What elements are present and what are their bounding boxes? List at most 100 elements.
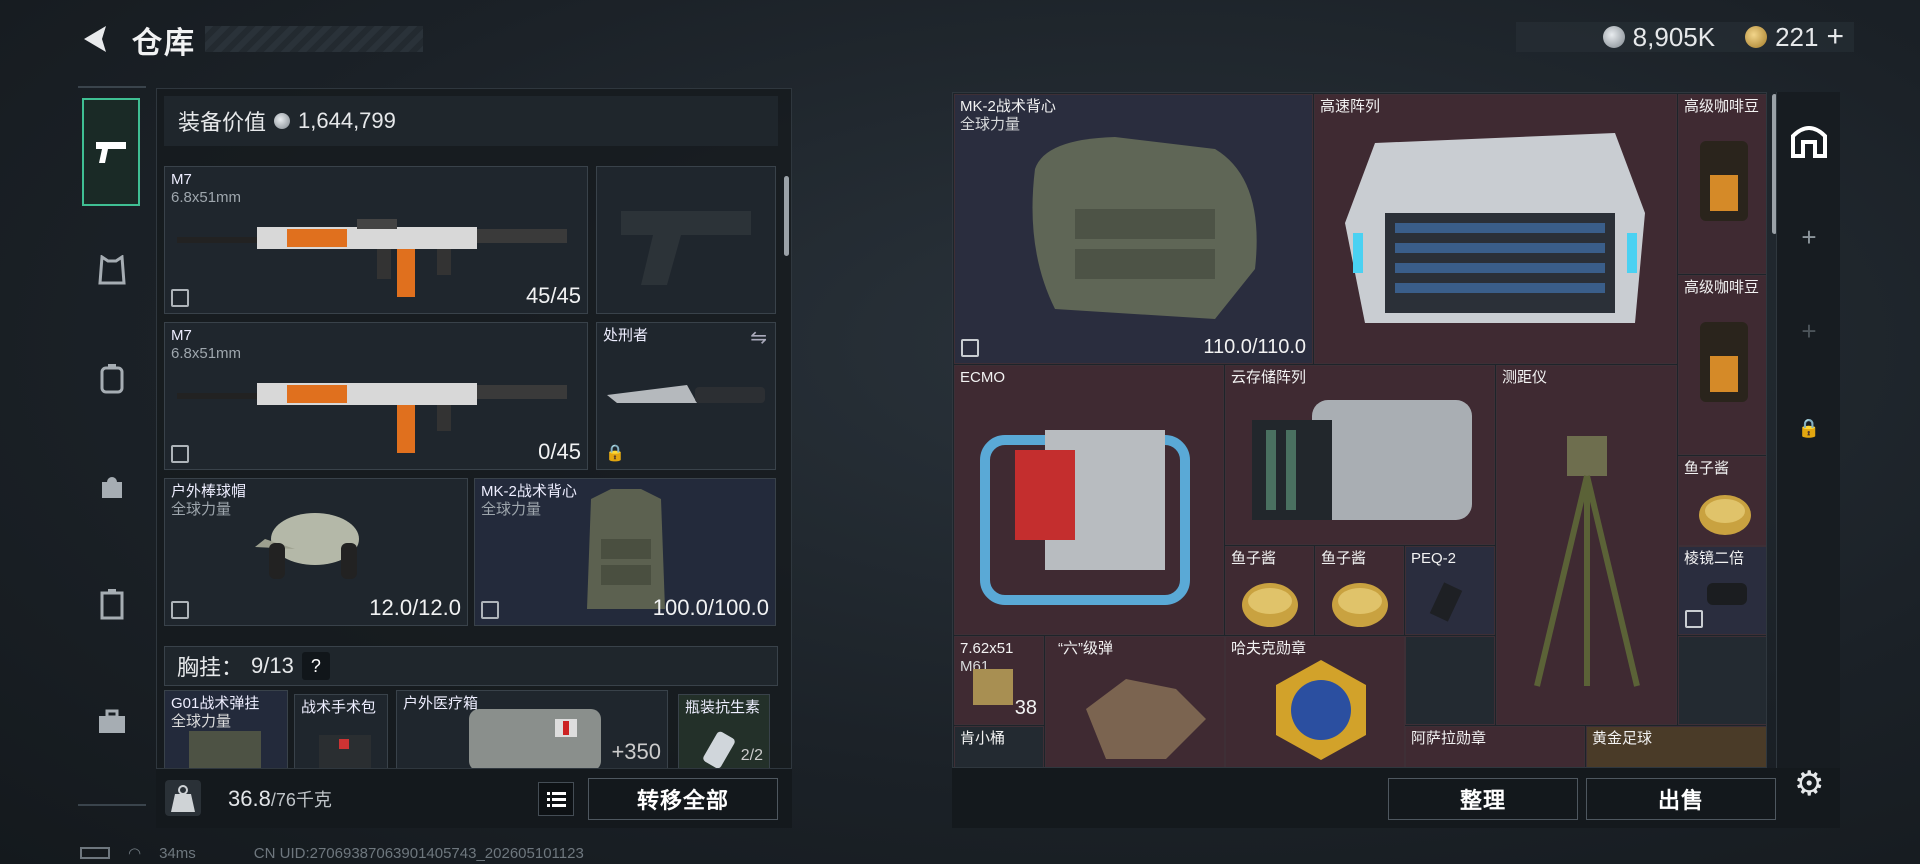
baseball-cap-image — [255, 513, 359, 579]
ammo-count: 0/45 — [538, 439, 581, 464]
caviar-tin-image — [1332, 583, 1388, 627]
help-button[interactable]: ? — [301, 652, 330, 680]
battery-icon — [80, 847, 110, 859]
pistol-slot[interactable] — [596, 166, 776, 314]
backpack-tab[interactable] — [78, 324, 146, 432]
armor-tab[interactable] — [78, 216, 146, 324]
gloves-image — [1086, 679, 1206, 759]
item-name: 高速阵列 — [1320, 98, 1381, 115]
bag-tab[interactable] — [78, 432, 146, 540]
item-name: 测距仪 — [1502, 369, 1548, 386]
item-name: 黄金足球 — [1592, 730, 1653, 747]
add-stash-tab-button: + — [1777, 316, 1841, 347]
melee-name: 处刑者 — [603, 327, 649, 344]
current-weight: 36.8 — [228, 786, 271, 811]
stash-item[interactable]: 哈夫克勋章 — [1225, 636, 1405, 767]
helmet-slot[interactable]: 户外棒球帽 全球力量 12.0/12.0 — [164, 478, 468, 626]
add-currency-button[interactable]: + — [1826, 20, 1844, 54]
stash-item[interactable]: 黄金足球 — [1586, 726, 1766, 767]
armor-slot[interactable]: MK-2战术背心 全球力量 100.0/100.0 — [474, 478, 776, 626]
item-name: 7.62x51 — [960, 640, 1014, 657]
rig-item-count: 2/2 — [740, 747, 763, 764]
toolbox-icon — [99, 709, 125, 733]
back-arrow-icon[interactable] — [78, 22, 112, 56]
stash-item[interactable]: 高速阵列 — [1314, 94, 1677, 364]
server-array-image — [1345, 133, 1645, 323]
item-name: PEQ-2 — [1411, 550, 1457, 567]
stash-item[interactable]: 鱼子酱 — [1225, 546, 1314, 635]
stash-grid: MK-2战术背心 全球力量 110.0/110.0 高速阵列 高级咖啡豆 高级咖… — [952, 92, 1767, 768]
rig-slot[interactable]: G01战术弹挂 全球力量 — [164, 690, 288, 770]
item-durability: 110.0/110.0 — [1203, 336, 1306, 358]
rig-item-value: +350 — [611, 739, 661, 764]
stash-item[interactable]: 高级咖啡豆 — [1678, 94, 1766, 274]
case-tab[interactable] — [78, 550, 146, 658]
empty-slot[interactable] — [1405, 636, 1495, 725]
ecmo-machine-image — [980, 430, 1190, 605]
title-decoration — [205, 26, 423, 52]
stash-item[interactable]: 鱼子酱 — [1315, 546, 1404, 635]
sell-button[interactable]: 出售 — [1586, 778, 1776, 820]
organize-button[interactable]: 整理 — [1388, 778, 1578, 820]
add-stash-tab-button[interactable]: + — [1777, 222, 1841, 253]
weapon-tab[interactable] — [82, 98, 140, 206]
stash-tab-main[interactable] — [1777, 120, 1841, 160]
no-insurance-icon — [171, 601, 189, 619]
stash-item[interactable]: ECMO — [954, 365, 1224, 635]
max-weight: /76千克 — [270, 790, 332, 810]
locked-stash-tab[interactable]: 🔒 — [1777, 418, 1841, 439]
stash-item[interactable]: “六”级弹 — [1045, 636, 1225, 767]
lock-icon: 🔒 — [605, 445, 625, 462]
bag-icon — [102, 477, 122, 498]
chest-rig-label: 胸挂： — [177, 655, 244, 680]
m7-rifle-image — [177, 383, 567, 453]
surgical-kit-image — [319, 735, 371, 769]
item-name: MK-2战术背心 — [960, 98, 1056, 115]
chest-rig-header: 胸挂： 9/13 ? — [164, 646, 778, 686]
secondary-weapon-slot[interactable]: M7 6.8x51mm 0/45 — [164, 322, 588, 470]
toolbox-tab[interactable] — [78, 668, 146, 776]
rig-item-slot[interactable]: 户外医疗箱 +350 — [396, 690, 668, 770]
rig-item-slot[interactable]: 瓶装抗生素 2/2 — [678, 694, 770, 770]
lock-icon: 🔒 — [1797, 418, 1821, 438]
item-faction: 全球力量 — [960, 116, 1021, 133]
empty-slot[interactable] — [1678, 636, 1766, 725]
currency-bar: 8,905K 221 + — [1516, 20, 1854, 54]
stash-tabs-bar: + + 🔒 — [1776, 92, 1840, 822]
rig-item-name: G01战术弹挂 — [171, 695, 260, 712]
uid-readout: CN UID:27069387063901405743_202605101123 — [253, 844, 584, 862]
swap-icon[interactable]: ⇋ — [750, 325, 767, 350]
equipment-scrollbar[interactable] — [784, 176, 789, 256]
primary-weapon-slot[interactable]: M7 6.8x51mm 45/45 — [164, 166, 588, 314]
backpack-icon — [100, 364, 124, 394]
stash-item[interactable]: PEQ-2 — [1405, 546, 1495, 635]
stash-item[interactable]: 7.62x51 M61 38 — [954, 636, 1044, 725]
ping-readout: 34ms — [159, 844, 196, 862]
gold-amount: 221 — [1775, 21, 1819, 52]
rangefinder-tripod-image — [1534, 436, 1640, 687]
weight-readout: 36.8/76千克 — [228, 786, 332, 812]
stash-item[interactable]: 肯小桶 — [954, 726, 1044, 767]
list-icon — [547, 792, 566, 807]
settings-gear-icon[interactable]: ⚙ — [1794, 764, 1824, 804]
stash-item[interactable]: 云存储阵列 — [1225, 365, 1495, 545]
item-name: 肯小桶 — [960, 730, 1006, 747]
list-view-button[interactable] — [538, 782, 574, 816]
stash-item[interactable]: 高级咖啡豆 — [1678, 275, 1766, 455]
case-icon — [100, 589, 124, 620]
item-name: 鱼子酱 — [1231, 550, 1277, 567]
chest-rig-image — [189, 731, 261, 769]
transfer-all-button[interactable]: 转移全部 — [588, 778, 778, 820]
coffee-bag-image — [1700, 141, 1748, 221]
no-insurance-icon — [1685, 610, 1703, 628]
weapon-name: M7 — [171, 327, 192, 344]
stash-item[interactable]: MK-2战术背心 全球力量 110.0/110.0 — [954, 94, 1313, 364]
ammo-count: 45/45 — [525, 283, 581, 308]
stash-item[interactable]: 测距仪 — [1496, 365, 1677, 725]
stash-item[interactable]: 阿萨拉勋章 — [1405, 726, 1585, 767]
rig-item-slot[interactable]: 战术手术包 — [294, 694, 388, 770]
m7-rifle-image — [177, 219, 567, 297]
stash-item[interactable]: 棱镜二倍 — [1678, 546, 1766, 635]
stash-item[interactable]: 鱼子酱 — [1678, 456, 1766, 546]
melee-slot[interactable]: 处刑者 ⇋ 🔒 — [596, 322, 776, 470]
